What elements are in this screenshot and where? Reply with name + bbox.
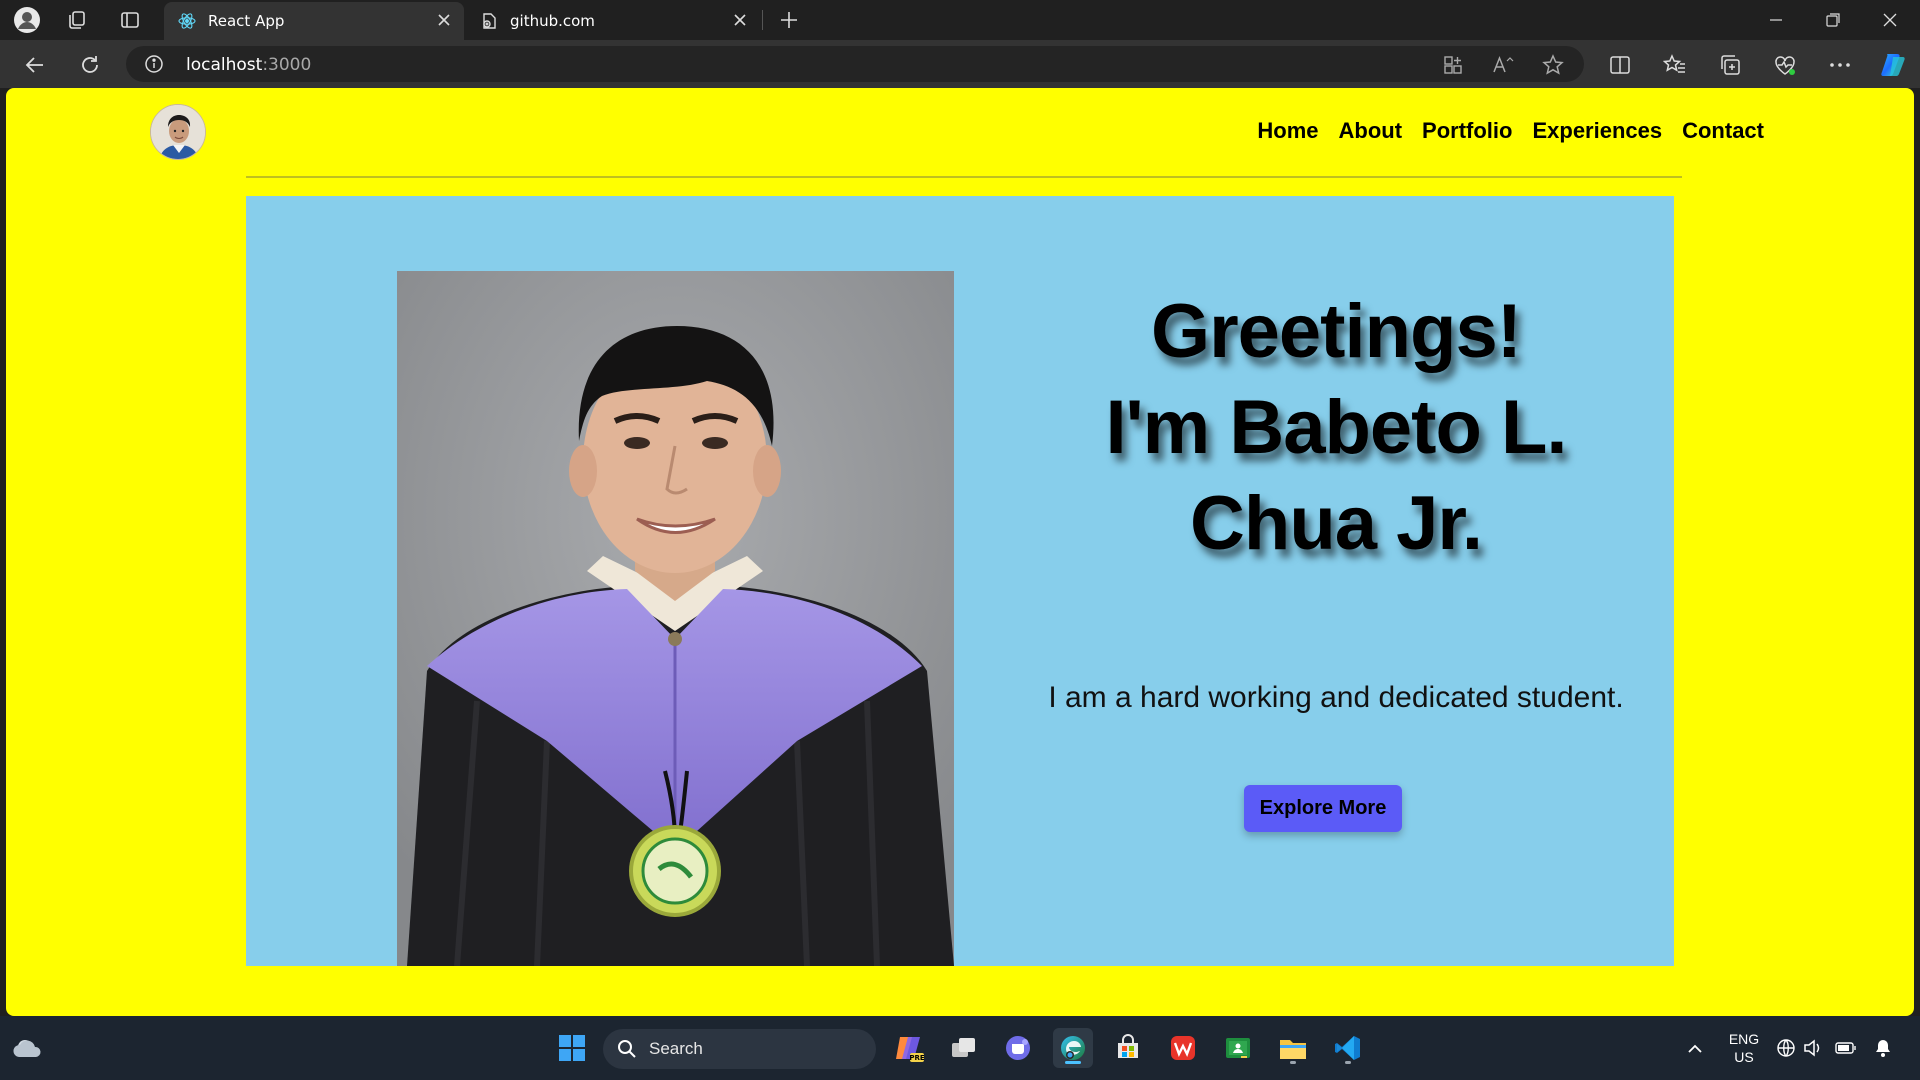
- react-logo-icon: [178, 12, 196, 30]
- github-page-icon: [480, 12, 498, 30]
- split-screen-icon[interactable]: [1605, 50, 1635, 80]
- region-label: US: [1734, 1049, 1754, 1065]
- workspaces-icon[interactable]: [63, 6, 91, 34]
- back-icon[interactable]: [20, 50, 50, 80]
- graduation-portrait-photo: [397, 271, 954, 966]
- tab-react-app[interactable]: React App: [164, 2, 464, 40]
- svg-text:PRE: PRE: [909, 1054, 924, 1062]
- url-port: :3000: [262, 55, 312, 75]
- profile-icon[interactable]: [13, 6, 41, 34]
- nav-home-link[interactable]: Home: [1257, 118, 1318, 144]
- nav-contact-link[interactable]: Contact: [1682, 118, 1764, 144]
- nav-portfolio-link[interactable]: Portfolio: [1422, 118, 1512, 144]
- language-indicator[interactable]: ENG US: [1722, 1030, 1766, 1066]
- favorite-star-icon[interactable]: [1542, 54, 1564, 76]
- hero-section: Greetings! I'm Babeto L. Chua Jr. I am a…: [246, 196, 1674, 966]
- close-window-icon[interactable]: [1862, 0, 1918, 40]
- classroom-icon[interactable]: [1218, 1028, 1258, 1068]
- battery-icon[interactable]: [1830, 1028, 1862, 1068]
- teams-icon[interactable]: [998, 1028, 1038, 1068]
- vscode-icon[interactable]: [1328, 1028, 1368, 1068]
- refresh-icon[interactable]: [75, 50, 105, 80]
- favorites-icon[interactable]: [1660, 50, 1690, 80]
- chevron-up-icon[interactable]: [1675, 1028, 1715, 1068]
- address-bar[interactable]: localhost:3000: [126, 46, 1584, 82]
- site-navbar: Home About Portfolio Experiences Contact: [6, 88, 1914, 176]
- vertical-tabs-icon[interactable]: [116, 6, 144, 34]
- explore-more-button[interactable]: Explore More: [1244, 785, 1402, 832]
- windows-taskbar: Search PRE ENG US: [0, 1016, 1920, 1080]
- file-explorer-icon[interactable]: [1273, 1028, 1313, 1068]
- volume-icon[interactable]: [1798, 1028, 1828, 1068]
- collections-icon[interactable]: [1715, 50, 1745, 80]
- browser-tab-strip: React App github.com: [0, 0, 1920, 40]
- search-label: Search: [649, 1039, 703, 1058]
- running-indicator: [1345, 1061, 1351, 1064]
- browser-toolbar: localhost:3000: [0, 40, 1920, 88]
- close-tab-icon[interactable]: [732, 12, 748, 28]
- read-aloud-icon[interactable]: [1492, 54, 1514, 76]
- task-view-icon[interactable]: [944, 1028, 984, 1068]
- running-indicator: [1290, 1061, 1296, 1064]
- hero-line-surname: Chua Jr.: [1190, 481, 1483, 566]
- tab-label: github.com: [510, 12, 595, 30]
- notification-bell-icon[interactable]: [1866, 1028, 1900, 1068]
- close-tab-icon[interactable]: [436, 12, 452, 28]
- tab-github[interactable]: github.com: [466, 2, 760, 40]
- weather-icon[interactable]: [8, 1028, 48, 1068]
- url-host: localhost: [186, 55, 263, 75]
- browser-essentials-icon[interactable]: [1770, 50, 1800, 80]
- edge-icon[interactable]: [1053, 1028, 1093, 1068]
- tab-divider: [762, 10, 763, 30]
- more-options-icon[interactable]: [1825, 50, 1855, 80]
- hero-tagline: I am a hard working and dedicated studen…: [1048, 681, 1624, 714]
- copilot-icon[interactable]: [1878, 50, 1908, 80]
- new-tab-icon[interactable]: [775, 6, 803, 34]
- start-icon[interactable]: [552, 1028, 592, 1068]
- hero-heading: Greetings! I'm Babeto L. Chua Jr.: [1056, 284, 1616, 572]
- nav-experiences-link[interactable]: Experiences: [1532, 118, 1662, 144]
- active-indicator: [1065, 1061, 1081, 1064]
- search-icon: [617, 1039, 637, 1059]
- app-available-icon[interactable]: [1442, 54, 1464, 76]
- nav-about-link[interactable]: About: [1339, 118, 1403, 144]
- hero-line-greeting: Greetings!: [1150, 289, 1522, 374]
- url-text: localhost:3000: [186, 55, 311, 75]
- tab-label: React App: [208, 12, 285, 30]
- nav-divider: [246, 176, 1682, 178]
- page-viewport: Home About Portfolio Experiences Contact: [6, 88, 1914, 1016]
- site-info-icon[interactable]: [144, 54, 164, 74]
- taskbar-search[interactable]: Search: [603, 1029, 876, 1069]
- profile-avatar[interactable]: [150, 104, 206, 160]
- store-icon[interactable]: [1108, 1028, 1148, 1068]
- copilot-pre-icon[interactable]: PRE: [889, 1028, 929, 1068]
- site-menu: Home About Portfolio Experiences Contact: [1257, 118, 1764, 144]
- hero-line-name: I'm Babeto L.: [1105, 385, 1567, 470]
- restore-icon[interactable]: [1805, 0, 1861, 40]
- wps-office-icon[interactable]: [1163, 1028, 1203, 1068]
- minimize-icon[interactable]: [1748, 0, 1804, 40]
- language-label: ENG: [1728, 1031, 1760, 1047]
